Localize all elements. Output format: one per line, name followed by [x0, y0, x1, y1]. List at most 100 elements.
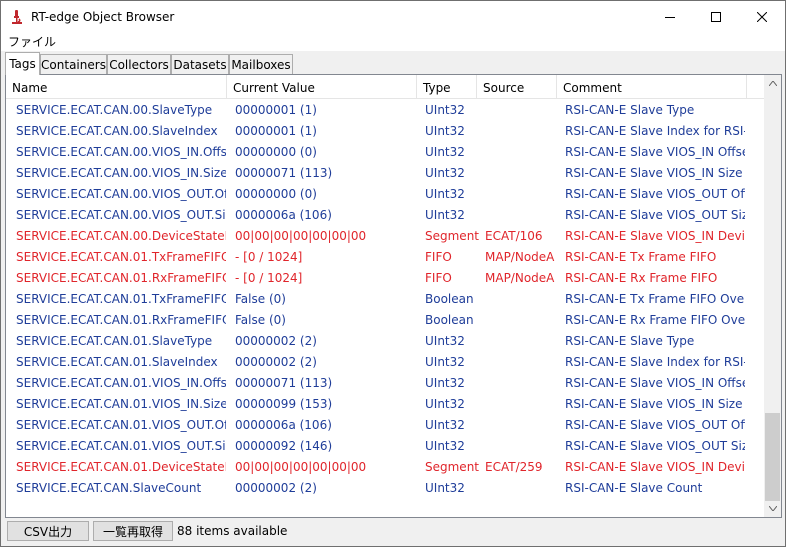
table-row[interactable]: SERVICE.ECAT.CAN.00.SlaveType 00000001 (1…	[6, 100, 764, 121]
cell-comment: RSI-CAN-E Rx Frame FIFO Overrun	[565, 313, 745, 327]
cell-comment: RSI-CAN-E Tx Frame FIFO	[565, 250, 717, 264]
maximize-icon	[711, 11, 721, 22]
cell-type: Boolean	[425, 292, 474, 306]
cell-name: SERVICE.ECAT.CAN.01.VIOS_IN.Size	[16, 397, 226, 411]
maximize-button[interactable]	[693, 1, 739, 32]
cell-source	[485, 100, 555, 121]
table-row[interactable]: SERVICE.ECAT.CAN.01.DeviceStateImage 00|0…	[6, 457, 764, 478]
cell-type: Segment	[425, 460, 479, 474]
cell-comment: RSI-CAN-E Slave VIOS_IN Size	[565, 397, 743, 411]
cell-comment: RSI-CAN-E Slave VIOS_OUT Size	[565, 208, 745, 222]
cell-source	[485, 163, 555, 184]
column-header-current-value[interactable]: Current Value	[227, 75, 417, 99]
column-header-name[interactable]: Name	[6, 75, 227, 99]
column-header-source[interactable]: Source	[477, 75, 557, 99]
cell-type: FIFO	[425, 250, 452, 264]
table-row[interactable]: SERVICE.ECAT.CAN.00.DeviceStateImage 00|0…	[6, 226, 764, 247]
cell-source	[485, 289, 555, 310]
table-row[interactable]: SERVICE.ECAT.CAN.00.VIOS_OUT.Offset 00000…	[6, 184, 764, 205]
cell-type: UInt32	[425, 397, 465, 411]
bottom-bar: CSV出力 一覧再取得 88 items available	[1, 518, 785, 546]
table-row[interactable]: SERVICE.ECAT.CAN.01.VIOS_OUT.Offset 00000…	[6, 415, 764, 436]
cell-name: SERVICE.ECAT.CAN.01.VIOS_OUT.Size	[16, 439, 226, 453]
cell-type: UInt32	[425, 355, 465, 369]
cell-source	[485, 415, 555, 436]
cell-comment: RSI-CAN-E Slave VIOS_OUT Offse	[565, 187, 745, 201]
cell-current-value: 00000002 (2)	[235, 334, 317, 348]
cell-name: SERVICE.ECAT.CAN.01.RxFrameFIFO	[16, 271, 226, 285]
csv-export-button[interactable]: CSV出力	[7, 521, 89, 541]
minimize-button[interactable]	[647, 1, 693, 32]
cell-comment: RSI-CAN-E Slave Index for RSI-EC	[565, 355, 745, 369]
cell-source: ECAT/106	[485, 229, 543, 243]
cell-comment: RSI-CAN-E Slave VIOS_IN Offset	[565, 145, 745, 159]
cell-name: SERVICE.ECAT.CAN.01.VIOS_OUT.Offset	[16, 418, 226, 432]
table-row[interactable]: SERVICE.ECAT.CAN.00.VIOS_IN.Size 00000071…	[6, 163, 764, 184]
cell-comment: RSI-CAN-E Slave Count	[565, 481, 703, 495]
cell-source	[485, 478, 555, 499]
cell-name: SERVICE.ECAT.CAN.01.SlaveIndex	[16, 355, 218, 369]
tab-collectors[interactable]: Collectors	[107, 54, 171, 74]
table-row[interactable]: SERVICE.ECAT.CAN.01.TxFrameFIFO.Overrun F…	[6, 289, 764, 310]
cell-name: SERVICE.ECAT.CAN.SlaveCount	[16, 481, 202, 495]
table-row[interactable]: SERVICE.ECAT.CAN.01.SlaveType 00000002 (2…	[6, 331, 764, 352]
cell-type: UInt32	[425, 481, 465, 495]
cell-source	[485, 352, 555, 373]
cell-source: MAP/NodeA	[485, 271, 555, 285]
cell-type: UInt32	[425, 376, 465, 390]
tab-mailboxes[interactable]: Mailboxes	[229, 54, 293, 74]
minimize-icon	[665, 16, 675, 18]
cell-current-value: 00|00|00|00|00|00|00	[235, 229, 367, 243]
table-row[interactable]: SERVICE.ECAT.CAN.00.VIOS_OUT.Size 0000006…	[6, 205, 764, 226]
scroll-up-button[interactable]	[764, 75, 781, 92]
cell-current-value: 00000000 (0)	[235, 145, 317, 159]
cell-source	[485, 205, 555, 226]
column-header-type[interactable]: Type	[417, 75, 477, 99]
cell-current-value: 00000002 (2)	[235, 481, 317, 495]
cell-source	[485, 373, 555, 394]
table-row[interactable]: SERVICE.ECAT.CAN.01.RxFrameFIFO - [0 / 10…	[6, 268, 764, 289]
chevron-down-icon	[768, 506, 777, 511]
close-button[interactable]	[739, 1, 785, 32]
cell-type: UInt32	[425, 166, 465, 180]
table-row[interactable]: SERVICE.ECAT.CAN.01.VIOS_IN.Size 00000099…	[6, 394, 764, 415]
title-bar[interactable]: RT-edge Object Browser	[1, 1, 785, 32]
cell-type: Boolean	[425, 313, 474, 327]
cell-name: SERVICE.ECAT.CAN.01.TxFrameFIFO	[16, 250, 226, 264]
cell-type: UInt32	[425, 124, 465, 138]
list-rows: SERVICE.ECAT.CAN.00.SlaveType 00000001 (1…	[6, 100, 764, 499]
table-row[interactable]: SERVICE.ECAT.CAN.01.VIOS_OUT.Size 0000009…	[6, 436, 764, 457]
scrollbar-thumb[interactable]	[765, 413, 780, 501]
cell-name: SERVICE.ECAT.CAN.00.VIOS_IN.Offset	[16, 145, 226, 159]
cell-name: SERVICE.ECAT.CAN.01.VIOS_IN.Offset	[16, 376, 226, 390]
tab-containers[interactable]: Containers	[40, 54, 107, 74]
cell-current-value: 00|00|00|00|00|00|00	[235, 460, 367, 474]
cell-comment: RSI-CAN-E Slave VIOS_IN Size	[565, 166, 743, 180]
table-row[interactable]: SERVICE.ECAT.CAN.01.TxFrameFIFO - [0 / 10…	[6, 247, 764, 268]
table-row[interactable]: SERVICE.ECAT.CAN.01.SlaveIndex 00000002 (…	[6, 352, 764, 373]
table-row[interactable]: SERVICE.ECAT.CAN.SlaveCount 00000002 (2) U…	[6, 478, 764, 499]
tab-tags[interactable]: Tags	[5, 52, 40, 75]
scroll-down-button[interactable]	[764, 500, 781, 517]
table-row[interactable]: SERVICE.ECAT.CAN.01.VIOS_IN.Offset 000000…	[6, 373, 764, 394]
cell-comment: RSI-CAN-E Slave Type	[565, 103, 695, 117]
menu-file[interactable]: ファイル	[1, 33, 63, 50]
table-row[interactable]: SERVICE.ECAT.CAN.01.RxFrameFIFO.Overrun F…	[6, 310, 764, 331]
tab-datasets[interactable]: Datasets	[171, 54, 229, 74]
cell-comment: RSI-CAN-E Slave VIOS_OUT Offse	[565, 418, 745, 432]
cell-current-value: - [0 / 1024]	[235, 271, 303, 285]
cell-source	[485, 436, 555, 457]
table-row[interactable]: SERVICE.ECAT.CAN.00.SlaveIndex 00000001 (…	[6, 121, 764, 142]
table-row[interactable]: SERVICE.ECAT.CAN.00.VIOS_IN.Offset 000000…	[6, 142, 764, 163]
cell-comment: RSI-CAN-E Slave VIOS_IN DeviceS	[565, 229, 745, 243]
tag-list-view[interactable]: Name Current Value Type Source Comment S…	[5, 74, 782, 518]
cell-name: SERVICE.ECAT.CAN.00.DeviceStateImage	[16, 229, 226, 243]
cell-comment: RSI-CAN-E Slave Index for RSI-EC	[565, 124, 745, 138]
refresh-list-button[interactable]: 一覧再取得	[93, 521, 173, 541]
cell-current-value: 00000071 (113)	[235, 376, 333, 390]
cell-type: UInt32	[425, 145, 465, 159]
cell-source: ECAT/259	[485, 460, 543, 474]
column-header-comment[interactable]: Comment	[557, 75, 747, 99]
cell-name: SERVICE.ECAT.CAN.01.RxFrameFIFO.Overrun	[16, 313, 226, 327]
vertical-scrollbar[interactable]	[764, 75, 781, 517]
